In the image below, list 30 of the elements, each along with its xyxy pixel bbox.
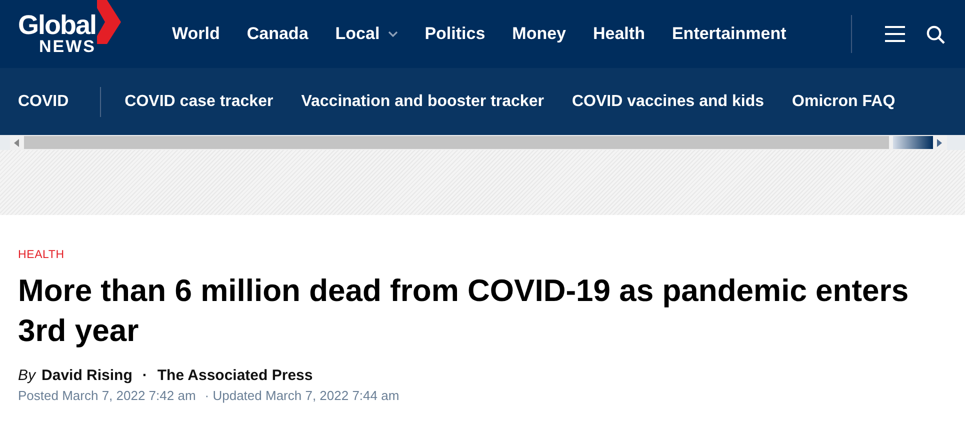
nav-link[interactable]: World <box>172 24 220 44</box>
article-headline: More than 6 million dead from COVID-19 as pandemic enters 3rd year <box>18 272 910 350</box>
fade-overlay <box>893 136 933 149</box>
author-name[interactable]: David Rising <box>42 367 132 384</box>
section-label[interactable]: COVID <box>18 92 69 110</box>
topic-link[interactable]: Vaccination and booster tracker <box>301 92 544 110</box>
nav-link[interactable]: Health <box>593 24 645 44</box>
scroll-left-icon[interactable] <box>14 138 20 146</box>
topic-link[interactable]: COVID vaccines and kids <box>572 92 764 110</box>
nav-link[interactable]: Canada <box>246 24 308 44</box>
logo-subtitle[interactable]: NEWS <box>39 38 96 56</box>
nav-link[interactable]: Money <box>512 24 566 44</box>
chevron-logo-icon <box>97 0 122 44</box>
nav-link[interactable]: Entertainment <box>672 24 786 44</box>
updated-date: · Updated March 7, 2022 7:44 am <box>204 388 400 403</box>
nav-link[interactable]: Local <box>335 24 398 44</box>
topic-link[interactable]: COVID case tracker <box>124 92 274 110</box>
source-name: The Associated Press <box>157 367 313 384</box>
horizontal-scrollbar[interactable] <box>10 135 947 150</box>
separator-dot: · <box>142 367 148 384</box>
logo-wordmark[interactable]: Global <box>18 12 96 38</box>
byline-prefix: By <box>18 367 36 384</box>
caret-icon <box>388 31 398 37</box>
menu-icon[interactable] <box>885 25 905 43</box>
posted-date: Posted March 7, 2022 7:42 am <box>18 388 196 403</box>
nav-link[interactable]: Politics <box>424 24 486 44</box>
category-label[interactable]: HEALTH <box>18 249 947 261</box>
search-icon[interactable] <box>926 24 945 44</box>
topic-link[interactable]: Omicron FAQ <box>792 92 896 110</box>
scroll-right-icon[interactable] <box>937 138 943 146</box>
